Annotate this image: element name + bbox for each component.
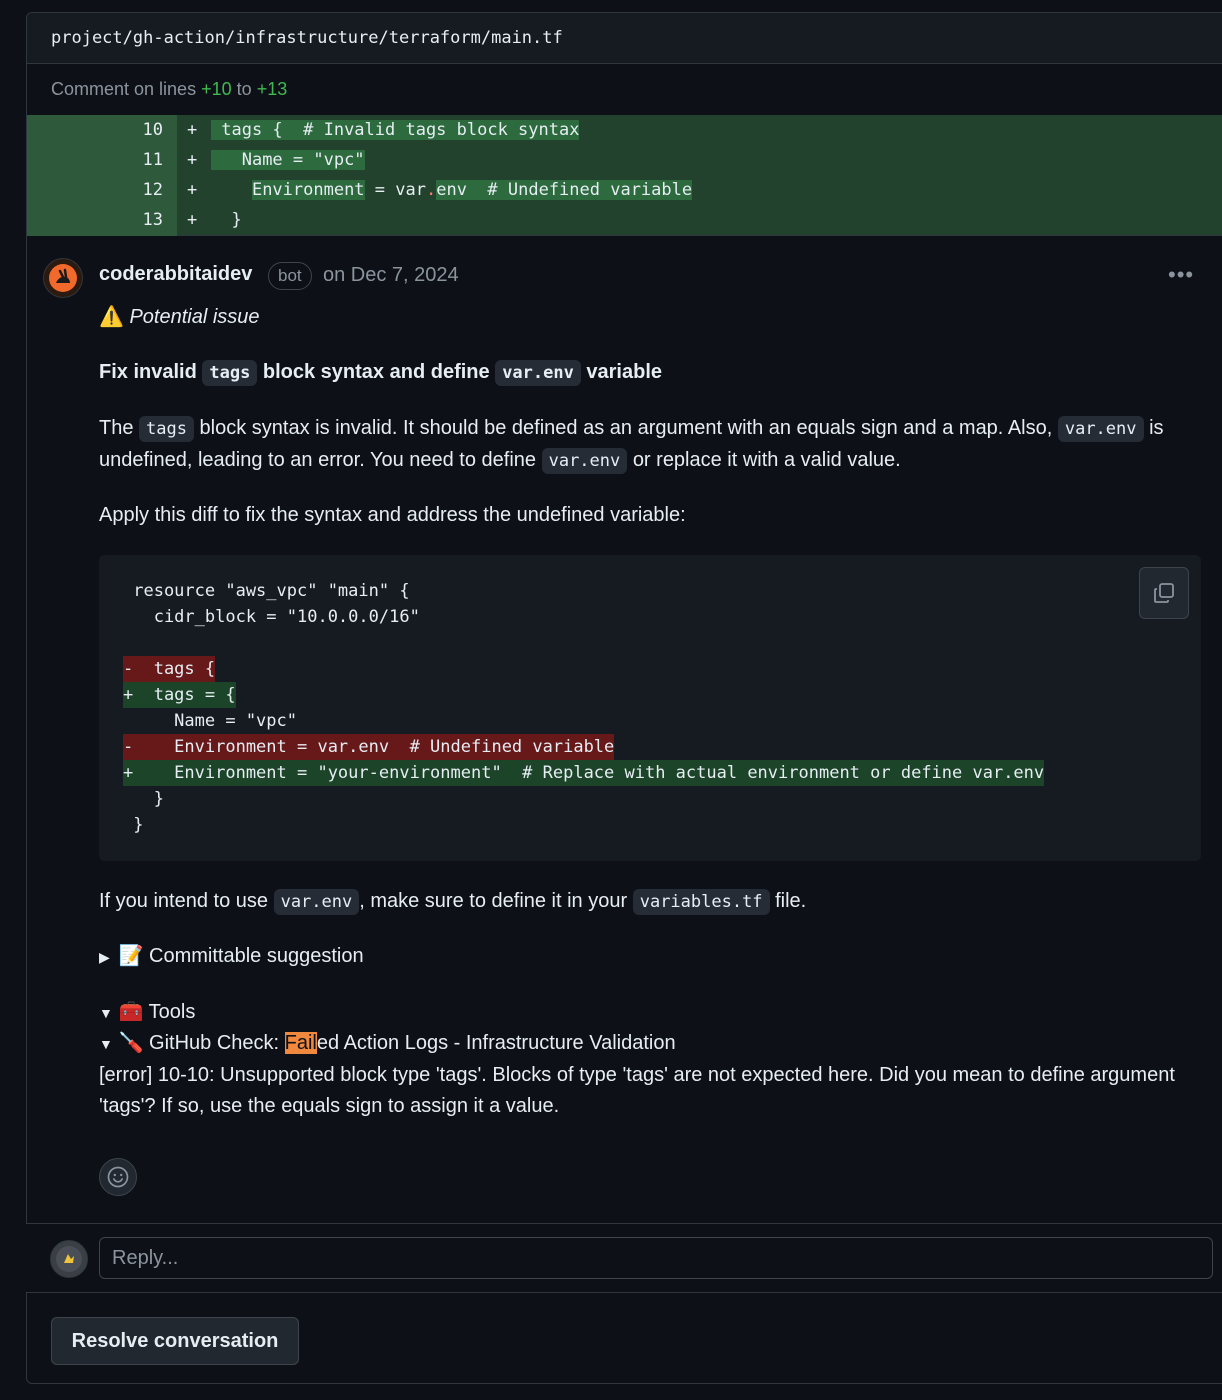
- inline-code: var.env: [273, 889, 360, 915]
- copy-icon: [1154, 583, 1174, 603]
- code-line-added: + Environment = "your-environment" # Rep…: [123, 760, 1045, 786]
- diff-code-text: Name = "vpc": [241, 150, 365, 170]
- title-text: block syntax and define: [262, 361, 490, 383]
- inline-code: tags: [202, 360, 258, 386]
- screwdriver-icon: 🪛: [118, 1032, 144, 1054]
- rabbit-icon: [49, 264, 77, 292]
- title-text: Fix invalid: [99, 361, 197, 383]
- resolve-conversation-button[interactable]: Resolve conversation: [51, 1317, 299, 1365]
- title-text: variable: [586, 361, 663, 383]
- diff-code: }: [211, 205, 242, 235]
- current-user-avatar[interactable]: [50, 1240, 88, 1278]
- committable-label: 📝 Committable suggestion: [118, 945, 364, 967]
- github-check-toggle[interactable]: ▼ 🪛 GitHub Check: Failed Action Logs - I…: [99, 1028, 1199, 1060]
- diff-code-text: var: [395, 180, 426, 200]
- diff-code-text: env # Undefined variable: [436, 180, 693, 200]
- diff-line-12: 12 + Environment = var.env # Undefined v…: [27, 175, 1222, 205]
- code-line-removed: - tags {: [123, 656, 216, 682]
- diff-line-10: 10 + tags { # Invalid tags block syntax: [27, 115, 1222, 145]
- paragraph-text: or replace it with a valid value.: [632, 449, 901, 471]
- diff-sign: +: [187, 150, 198, 170]
- warning-text: Potential issue: [129, 306, 260, 328]
- comment-paragraph-1: The tags block syntax is invalid. It sho…: [99, 413, 1199, 477]
- paragraph-text: file.: [775, 890, 807, 912]
- paragraph-text: If you intend to use: [99, 890, 269, 912]
- inline-code: var.env: [495, 360, 581, 386]
- inline-code: var.env: [541, 448, 628, 474]
- code-line-added: + tags = {: [123, 682, 236, 708]
- line-number: 12: [142, 180, 163, 200]
- user-avatar-icon: [56, 1246, 82, 1272]
- code-line: cidr_block = "10.0.0.0/16": [123, 607, 420, 627]
- line-number: 10: [142, 120, 163, 140]
- diff-sign: +: [187, 120, 198, 140]
- diff-code: Environment = var.env # Undefined variab…: [211, 175, 693, 205]
- committable-suggestion-toggle[interactable]: ▶ 📝 Committable suggestion: [99, 941, 1199, 973]
- caret-down-icon: ▼: [99, 1005, 113, 1021]
- code-line: resource "aws_vpc" "main" {: [123, 581, 410, 601]
- line-range-label: Comment on lines +10 to +13: [27, 64, 1222, 115]
- diff-line-13: 13 + }: [27, 205, 1222, 235]
- more-options-icon[interactable]: •••: [1168, 262, 1194, 288]
- code-line: }: [123, 815, 144, 835]
- diff-hunk: 10 + tags { # Invalid tags block syntax …: [27, 115, 1222, 236]
- caret-right-icon: ▶: [99, 949, 110, 965]
- add-reaction-button[interactable]: [99, 1158, 137, 1196]
- search-highlight: Fail: [284, 1032, 317, 1054]
- author-avatar[interactable]: [43, 258, 83, 298]
- code-line: Name = "vpc": [123, 711, 297, 731]
- check-label: ed Action Logs - Infrastructure Validati…: [316, 1032, 676, 1054]
- suggestion-code-block: resource "aws_vpc" "main" { cidr_block =…: [99, 555, 1201, 861]
- check-label: GitHub Check:: [149, 1032, 285, 1054]
- line-number: 13: [142, 210, 163, 230]
- diff-code-text: tags { # Invalid tags block syntax: [221, 120, 580, 140]
- paragraph-text: The: [99, 417, 134, 439]
- reply-input[interactable]: [99, 1237, 1213, 1279]
- line-range-from: +10: [201, 79, 232, 99]
- caret-down-icon: ▼: [99, 1036, 113, 1052]
- warning-line: ⚠️ Potential issue: [99, 302, 1199, 333]
- diff-code: tags { # Invalid tags block syntax: [211, 115, 580, 145]
- diff-code-text: Environment: [251, 180, 365, 200]
- warning-icon: ⚠️: [99, 306, 124, 328]
- file-path[interactable]: project/gh-action/infrastructure/terrafo…: [27, 13, 1222, 64]
- line-range-to: +13: [256, 79, 288, 99]
- line-number: 11: [142, 150, 163, 170]
- code-line: }: [123, 789, 164, 809]
- inline-code: var.env: [1057, 416, 1144, 442]
- diff-line-11: 11 + Name = "vpc": [27, 145, 1222, 175]
- inline-code: variables.tf: [632, 889, 770, 915]
- line-range-to-word: to: [236, 79, 252, 99]
- tools-label: 🧰 Tools: [118, 1001, 196, 1023]
- error-message: [error] 10-10: Unsupported block type 't…: [99, 1064, 1175, 1117]
- comment-paragraph-3: If you intend to use var.env, make sure …: [99, 886, 1199, 918]
- copy-button[interactable]: [1139, 567, 1189, 619]
- code-line-removed: - Environment = var.env # Undefined vari…: [123, 734, 615, 760]
- line-range-prefix: Comment on lines: [51, 79, 197, 99]
- diff-code-text: =: [364, 180, 396, 200]
- author-name[interactable]: coderabbitaidev: [99, 263, 252, 286]
- paragraph-text: , make sure to define it in your: [359, 890, 628, 912]
- inline-code: tags: [139, 416, 194, 442]
- comment-date[interactable]: on Dec 7, 2024: [323, 264, 459, 287]
- diff-code-text: .: [425, 180, 437, 200]
- diff-code-text: }: [231, 210, 242, 230]
- tools-toggle[interactable]: ▼ 🧰 Tools: [99, 997, 1199, 1029]
- smiley-icon: [107, 1166, 129, 1188]
- diff-code: Name = "vpc": [211, 145, 365, 175]
- diff-sign: +: [187, 180, 198, 200]
- bot-badge: bot: [268, 262, 312, 290]
- comment-title: Fix invalid tags block syntax and define…: [99, 357, 1199, 389]
- paragraph-text: block syntax is invalid. It should be de…: [199, 417, 1053, 439]
- comment-paragraph-2: Apply this diff to fix the syntax and ad…: [99, 504, 686, 526]
- diff-sign: +: [187, 210, 198, 230]
